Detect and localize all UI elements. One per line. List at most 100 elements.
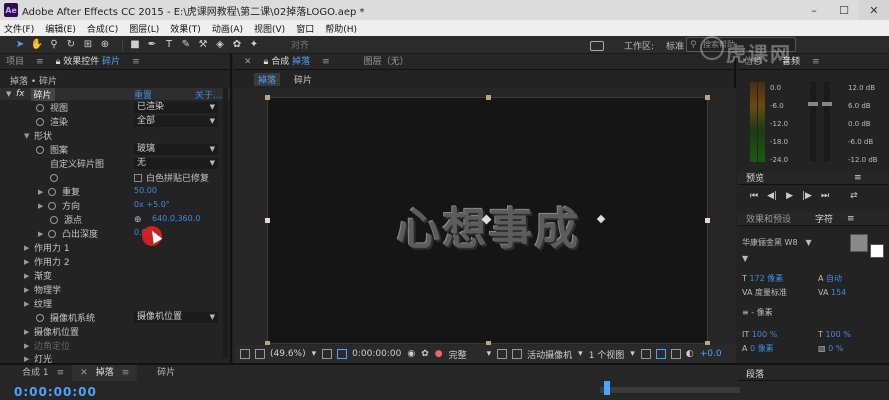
exposure-icon[interactable]: ◐ [686,349,694,359]
last-frame-icon[interactable]: ⏭ [821,191,829,201]
direction-value[interactable]: 0x +5.0° [134,199,170,211]
tab-menu-icon[interactable]: ≡ [30,54,50,70]
stroke-width-value[interactable]: - 像素 [751,307,772,318]
align-label[interactable]: 对齐 [291,38,309,51]
expand-icon[interactable]: ▶ [24,328,34,336]
camera-snapshot-icon[interactable]: ◉ [407,349,415,359]
resolution-dropdown[interactable]: 完整 [449,348,467,361]
tab-menu-icon[interactable]: ≡ [316,54,336,70]
menu-effect[interactable]: 效果(T) [170,22,201,35]
timeline-tab-shatter[interactable]: 碎片 [149,365,183,381]
origin-crosshair-icon[interactable]: ⊕ [134,213,142,226]
expand-icon[interactable]: ▶ [24,342,34,350]
brush-tool-icon[interactable]: ✎ [180,39,192,51]
transparency-grid-icon[interactable] [512,349,523,359]
exposure-value[interactable]: +0.0 [700,349,722,359]
expand-icon[interactable]: ▶ [24,272,34,280]
paragraph-panel-header[interactable]: 段落 [738,367,889,381]
stopwatch-icon[interactable] [36,117,44,126]
expand-icon[interactable]: ▶ [24,244,34,252]
fast-preview-icon[interactable] [497,349,508,359]
pen-tool-icon[interactable]: ✒ [146,39,158,51]
rotate-tool-icon[interactable]: ↻ [65,39,77,51]
bounding-handle[interactable] [265,95,270,100]
custom-map-dropdown[interactable]: 无 ▼ [134,158,218,169]
slider-handle[interactable] [808,102,818,106]
group-force1[interactable]: ▶ 作用力 1 [24,241,70,255]
group-shape[interactable]: ▼ 形状 [24,129,52,143]
tab-menu-icon[interactable]: ≡ [847,214,855,224]
menu-window[interactable]: 窗口 [296,22,314,35]
checkbox[interactable] [134,173,142,182]
selection-tool-icon[interactable]: ➤ [14,39,26,51]
bounding-handle[interactable] [705,95,710,100]
stopwatch-icon[interactable] [50,215,58,224]
type-tool-icon[interactable]: T [163,39,175,51]
leading-value[interactable]: 自动 [826,273,842,284]
menu-file[interactable]: 文件(F) [4,22,34,35]
font-size-value[interactable]: 172 像素 [749,273,783,284]
menu-view[interactable]: 视图(V) [254,22,285,35]
playhead[interactable] [604,381,610,395]
tracking-value[interactable]: 154 [831,288,846,297]
tab-composition[interactable]: 🔒︎ 合成 掉落 [258,54,317,70]
stopwatch-icon[interactable] [48,229,56,238]
time-navigator[interactable] [600,387,740,393]
reset-link[interactable]: 重置 [134,88,152,101]
expand-icon[interactable]: ▶ [24,286,34,294]
subtab-drop[interactable]: 掉落 [254,72,281,86]
eraser-tool-icon[interactable]: ◈ [214,39,226,51]
menu-help[interactable]: 帮助(H) [325,22,357,35]
kerning-value[interactable]: 度量标准 [755,287,787,298]
workspace-selector[interactable]: 工作区: 标准 [590,39,684,52]
effect-header[interactable]: ▼ fx 碎片 重置 关于... [0,87,230,101]
tab-character[interactable]: 字符 [815,212,833,225]
timeline-tab-comp1[interactable]: 合成 1 ≡ [14,365,72,381]
tab-effects-presets[interactable]: 效果和预设 [746,212,791,225]
clone-stamp-tool-icon[interactable]: ⚒ [197,39,209,51]
stopwatch-icon[interactable] [48,187,56,196]
menu-composition[interactable]: 合成(C) [87,22,118,35]
loop-icon[interactable]: ⇄ [850,191,858,201]
zoom-tool-icon[interactable]: ⚲ [48,39,60,51]
logo-text-layer[interactable]: 心想事成 [268,193,709,257]
play-icon[interactable]: ▶ [786,191,793,201]
volume-slider-right[interactable] [824,82,830,162]
tab-layer[interactable]: 图层（无） [358,54,415,70]
white-tiles-checkbox[interactable]: 白色拼贴已修复 [134,171,209,184]
fill-color-swatch[interactable] [850,234,868,252]
tab-project[interactable]: 项目 [0,54,30,70]
group-lighting[interactable]: ▶ 灯光 [24,352,52,364]
grid-icon[interactable] [322,349,333,359]
expand-icon[interactable]: ▶ [24,258,34,266]
camera-view-dropdown[interactable]: 活动摄像机 [527,348,572,361]
expand-icon[interactable]: ▶ [38,202,48,210]
hand-tool-icon[interactable]: ✋ [31,39,43,51]
expand-icon[interactable]: ▶ [24,355,34,363]
chevron-down-icon[interactable]: ▾ [578,349,583,359]
zoom-level[interactable]: (49.6%) [270,349,306,359]
menu-edit[interactable]: 编辑(E) [45,22,76,35]
pan-behind-tool-icon[interactable]: ⊕ [99,39,111,51]
flowchart-icon[interactable] [655,349,666,359]
group-physics[interactable]: ▶ 物理学 [24,283,61,297]
minimize-button[interactable]: – [799,0,829,20]
region-of-interest-icon[interactable] [337,349,348,359]
timeline-tab-drop[interactable]: ✕ 掉落 ≡ [72,365,138,381]
tab-menu-icon[interactable]: ≡ [57,365,65,381]
view-layout-dropdown[interactable]: 1 个视图 [589,348,625,361]
tab-menu-icon[interactable]: ≡ [126,54,146,70]
origin-value[interactable]: 640.0,360.0 [152,213,200,225]
tab-menu-icon[interactable]: ≡ [806,54,826,70]
stroke-color-swatch[interactable] [870,244,884,258]
composition-viewer[interactable]: 心想事成 [234,88,736,346]
pixel-aspect-icon[interactable] [640,349,651,359]
channel-icon[interactable]: ● [435,349,443,359]
group-camera-position[interactable]: ▶ 摄像机位置 [24,325,79,339]
stopwatch-icon[interactable] [36,103,44,112]
group-corner-pins[interactable]: ▶ 边角定位 [24,339,70,353]
current-time[interactable]: 0:00:00:00 [352,349,401,359]
repetitions-value[interactable]: 50.00 [134,185,157,197]
chevron-down-icon[interactable]: ▾ [630,349,635,359]
tsume-value[interactable]: 0 % [828,344,843,353]
